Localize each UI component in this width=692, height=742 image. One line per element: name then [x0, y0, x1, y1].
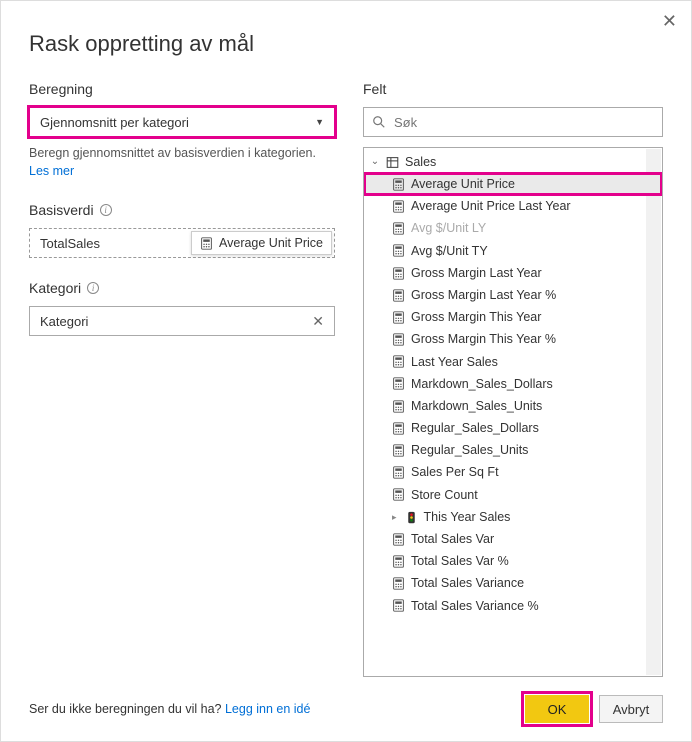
category-value: Kategori	[40, 314, 88, 329]
learn-more-link[interactable]: Les mer	[29, 164, 74, 178]
tree-item-label: Total Sales Variance %	[411, 600, 539, 613]
calculator-icon	[392, 311, 405, 324]
tree-item-label: Last Year Sales	[411, 356, 498, 369]
calculator-icon	[392, 333, 405, 346]
calculation-dropdown[interactable]: Gjennomsnitt per kategori ▼	[29, 107, 335, 137]
chevron-down-icon: ⌄	[370, 157, 380, 167]
dialog-title: Rask oppretting av mål	[1, 1, 691, 81]
base-value-label: Basisverdi i	[29, 202, 335, 218]
tree-item-label: Total Sales Var	[411, 533, 494, 546]
category-label: Kategori i	[29, 280, 335, 296]
fields-label: Felt	[363, 81, 663, 97]
calculator-icon	[392, 599, 405, 612]
quick-measure-dialog: ✕ Rask oppretting av mål Beregning Gjenn…	[0, 0, 692, 742]
calculator-icon	[392, 444, 405, 457]
tree-item-label: Gross Margin This Year %	[411, 333, 556, 346]
tree-item[interactable]: Average Unit Price Last Year	[364, 195, 662, 217]
base-value-dropzone[interactable]: TotalSales Average Unit Price	[29, 228, 335, 258]
suggest-idea-link[interactable]: Legg inn en idé	[225, 702, 311, 716]
calculator-icon	[392, 400, 405, 413]
tree-item[interactable]: Store Count	[364, 484, 662, 506]
calculator-icon	[392, 289, 405, 302]
tree-item[interactable]: Regular_Sales_Units	[364, 439, 662, 461]
table-icon	[386, 156, 399, 169]
tree-item-label: Sales Per Sq Ft	[411, 466, 499, 479]
tree-item[interactable]: Total Sales Var %	[364, 550, 662, 572]
chevron-right-icon: ▸	[392, 513, 397, 522]
tree-item[interactable]: Regular_Sales_Dollars	[364, 417, 662, 439]
fields-panel: Felt ⌄ Sales Average Unit Price Average U…	[363, 81, 663, 677]
tree-table-row[interactable]: ⌄ Sales	[364, 151, 662, 173]
tree-item[interactable]: Total Sales Variance	[364, 573, 662, 595]
drag-chip-label: Average Unit Price	[219, 236, 323, 250]
tree-item[interactable]: Avg $/Unit LY	[364, 218, 662, 240]
tree-item-label: Markdown_Sales_Units	[411, 400, 542, 413]
category-input[interactable]: Kategori ✕	[29, 306, 335, 336]
search-icon	[372, 115, 386, 129]
tree-item[interactable]: Gross Margin Last Year	[364, 262, 662, 284]
dialog-footer: Ser du ikke beregningen du vil ha? Legg …	[29, 695, 663, 723]
tree-item[interactable]: Avg $/Unit TY	[364, 240, 662, 262]
tree-item[interactable]: Total Sales Var	[364, 528, 662, 550]
tree-item-label: Total Sales Var %	[411, 555, 509, 568]
tree-item-label: Average Unit Price Last Year	[411, 200, 571, 213]
calculator-icon	[392, 267, 405, 280]
tree-item-label: Gross Margin Last Year	[411, 267, 542, 280]
chevron-down-icon: ▼	[315, 117, 324, 127]
fields-tree[interactable]: ⌄ Sales Average Unit Price Average Unit P…	[363, 147, 663, 677]
calculator-icon	[392, 377, 405, 390]
calculator-icon	[392, 178, 405, 191]
calculator-icon	[392, 355, 405, 368]
search-box[interactable]	[363, 107, 663, 137]
tree-item-label: Store Count	[411, 489, 478, 502]
drag-chip[interactable]: Average Unit Price	[191, 231, 332, 255]
close-icon[interactable]: ✕	[662, 11, 677, 32]
cancel-button[interactable]: Avbryt	[599, 695, 663, 723]
calculator-icon	[392, 422, 405, 435]
tree-item-label: Regular_Sales_Dollars	[411, 422, 539, 435]
info-icon[interactable]: i	[87, 282, 99, 294]
tree-table-label: Sales	[405, 156, 436, 169]
calculator-icon	[392, 488, 405, 501]
tree-item[interactable]: Gross Margin This Year %	[364, 329, 662, 351]
calculation-selected: Gjennomsnitt per kategori	[40, 115, 189, 130]
calculator-icon	[392, 466, 405, 479]
tree-item-label: This Year Sales	[424, 511, 511, 524]
calculation-description: Beregn gjennomsnittet av basisverdien i …	[29, 145, 335, 180]
left-panel: Beregning Gjennomsnitt per kategori ▼ Be…	[29, 81, 335, 677]
tree-item[interactable]: Total Sales Variance %	[364, 595, 662, 617]
calculator-icon	[392, 222, 405, 235]
tree-item-label: Regular_Sales_Units	[411, 444, 528, 457]
calculator-icon	[392, 577, 405, 590]
scrollbar[interactable]	[646, 149, 661, 675]
tree-item-label: Total Sales Variance	[411, 577, 524, 590]
calculator-icon	[392, 244, 405, 257]
tree-item[interactable]: Last Year Sales	[364, 351, 662, 373]
tree-item[interactable]: Markdown_Sales_Units	[364, 395, 662, 417]
tree-item-label: Average Unit Price	[411, 178, 515, 191]
calculator-icon	[392, 200, 405, 213]
tree-item[interactable]: ▸ This Year Sales	[364, 506, 662, 528]
calculation-label: Beregning	[29, 81, 335, 97]
tree-item-label: Avg $/Unit TY	[411, 245, 488, 258]
tree-item-label: Gross Margin Last Year %	[411, 289, 556, 302]
tree-item-label: Avg $/Unit LY	[411, 222, 486, 235]
tree-item-label: Markdown_Sales_Dollars	[411, 378, 553, 391]
tree-item-label: Gross Margin This Year	[411, 311, 541, 324]
search-input[interactable]	[394, 115, 654, 130]
calculator-icon	[200, 237, 213, 250]
ok-button[interactable]: OK	[525, 695, 589, 723]
tree-item[interactable]: Markdown_Sales_Dollars	[364, 373, 662, 395]
info-icon[interactable]: i	[100, 204, 112, 216]
clear-icon[interactable]: ✕	[312, 313, 324, 330]
footer-prompt: Ser du ikke beregningen du vil ha? Legg …	[29, 702, 310, 716]
tree-item[interactable]: Gross Margin This Year	[364, 306, 662, 328]
tree-item[interactable]: Average Unit Price	[364, 173, 662, 195]
tree-item[interactable]: Sales Per Sq Ft	[364, 462, 662, 484]
calculator-icon	[392, 555, 405, 568]
base-value-text: TotalSales	[40, 236, 100, 251]
calculator-icon	[392, 533, 405, 546]
kpi-icon	[405, 511, 418, 524]
tree-item[interactable]: Gross Margin Last Year %	[364, 284, 662, 306]
